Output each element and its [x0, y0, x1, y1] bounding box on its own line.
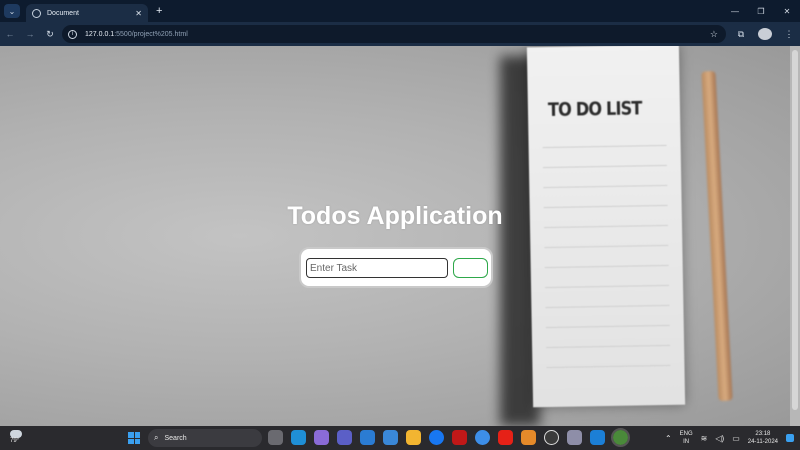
window-controls: — ❐ ✕ — [722, 0, 800, 22]
taskbar-apps — [268, 428, 630, 447]
close-tab-icon[interactable]: ✕ — [135, 9, 142, 18]
clock[interactable]: 23:18 24-11-2024 — [748, 430, 778, 446]
vscode-icon[interactable] — [590, 430, 605, 445]
battery-icon[interactable]: ▭ — [732, 434, 740, 443]
clock-time: 23:18 — [755, 431, 771, 437]
extensions-icon[interactable]: ⧉ — [734, 29, 748, 40]
notepad-line — [545, 304, 670, 309]
page-scrollbar[interactable] — [790, 46, 800, 426]
background-pencil-image — [701, 70, 733, 402]
notepad-line — [546, 344, 671, 349]
notepad-line — [545, 324, 670, 329]
minimize-icon[interactable]: — — [722, 0, 748, 22]
snipping-tool-icon[interactable] — [567, 430, 582, 445]
profile-avatar[interactable] — [758, 28, 772, 40]
task-view-icon[interactable] — [268, 430, 283, 445]
store-icon[interactable] — [383, 430, 398, 445]
tab-strip: ⌄ Document ✕ + — ❐ ✕ — [0, 0, 800, 22]
notepad-line — [546, 364, 671, 369]
browser-toolbar: ← → ↻ i 127.0.0.1:5500/project%205.html … — [0, 22, 800, 46]
show-hidden-icons[interactable]: ⌃ — [665, 434, 672, 443]
toolbar-actions: ⧉ ⋮ — [734, 22, 796, 46]
copilot-icon[interactable] — [314, 430, 329, 445]
todo-form-card — [299, 247, 493, 288]
wifi-icon[interactable]: ≋ — [701, 434, 708, 443]
task-input[interactable] — [306, 258, 448, 278]
file-explorer-icon[interactable] — [406, 430, 421, 445]
notepad-line — [545, 284, 670, 289]
new-tab-button[interactable]: + — [156, 5, 162, 17]
notepad-line — [544, 244, 669, 249]
camera-app-icon[interactable] — [360, 430, 375, 445]
page-viewport: TO DO LIST Todos Application — [0, 46, 800, 426]
notepad-line — [542, 164, 667, 169]
weather-temp: 79° — [10, 438, 20, 444]
menu-icon[interactable]: ⋮ — [782, 29, 796, 40]
url-host: 127.0.0.1 — [85, 30, 115, 38]
page-title: Todos Application — [287, 202, 503, 230]
windows-taskbar: 79° ⌕ Search ⌃ ENG IN ≋ ◁) ▭ 23:18 24-11… — [0, 426, 800, 450]
url-path: :5500/project%205.html — [114, 30, 188, 38]
youtube-icon[interactable] — [498, 430, 513, 445]
back-icon[interactable]: ← — [0, 29, 20, 39]
weather-widget[interactable]: 79° — [10, 430, 22, 444]
restore-icon[interactable]: ❐ — [748, 0, 774, 22]
notification-bell-icon[interactable] — [786, 434, 794, 442]
media-player-icon[interactable] — [544, 430, 559, 445]
mcafee-icon[interactable] — [452, 430, 467, 445]
tab-document[interactable]: Document ✕ — [26, 4, 148, 22]
search-label: Search — [164, 434, 187, 442]
chrome-beta-icon[interactable] — [475, 430, 490, 445]
facebook-icon[interactable] — [429, 430, 444, 445]
language-indicator[interactable]: ENG IN — [680, 430, 693, 446]
globe-icon — [32, 8, 41, 18]
scrollbar-thumb[interactable] — [792, 50, 798, 410]
chrome-icon[interactable] — [611, 428, 630, 447]
taskbar-search[interactable]: ⌕ Search — [148, 429, 262, 447]
tab-title: Document — [47, 9, 79, 17]
reload-icon[interactable]: ↻ — [40, 29, 60, 40]
notepad-line — [544, 264, 669, 269]
system-tray: ⌃ ENG IN ≋ ◁) ▭ 23:18 24-11-2024 — [665, 426, 794, 450]
background-notepad-heading: TO DO LIST — [547, 97, 642, 121]
tab-search-button[interactable]: ⌄ — [4, 4, 20, 18]
volume-icon[interactable]: ◁) — [715, 434, 724, 443]
bookmark-star-icon[interactable]: ☆ — [710, 29, 718, 40]
notepad-line — [542, 144, 667, 149]
weather-cloud-icon — [10, 430, 22, 438]
fitness-app-icon[interactable] — [521, 430, 536, 445]
start-button[interactable] — [128, 432, 140, 444]
address-bar[interactable]: i 127.0.0.1:5500/project%205.html ☆ — [62, 25, 726, 43]
teams-icon[interactable] — [337, 430, 352, 445]
site-info-icon[interactable]: i — [68, 29, 77, 39]
notepad-line — [543, 184, 668, 189]
forward-icon[interactable]: → — [20, 29, 40, 39]
add-task-button[interactable] — [453, 258, 488, 278]
edge-icon[interactable] — [291, 430, 306, 445]
search-icon: ⌕ — [154, 433, 159, 442]
clock-date: 24-11-2024 — [747, 439, 778, 445]
close-window-icon[interactable]: ✕ — [774, 0, 800, 22]
